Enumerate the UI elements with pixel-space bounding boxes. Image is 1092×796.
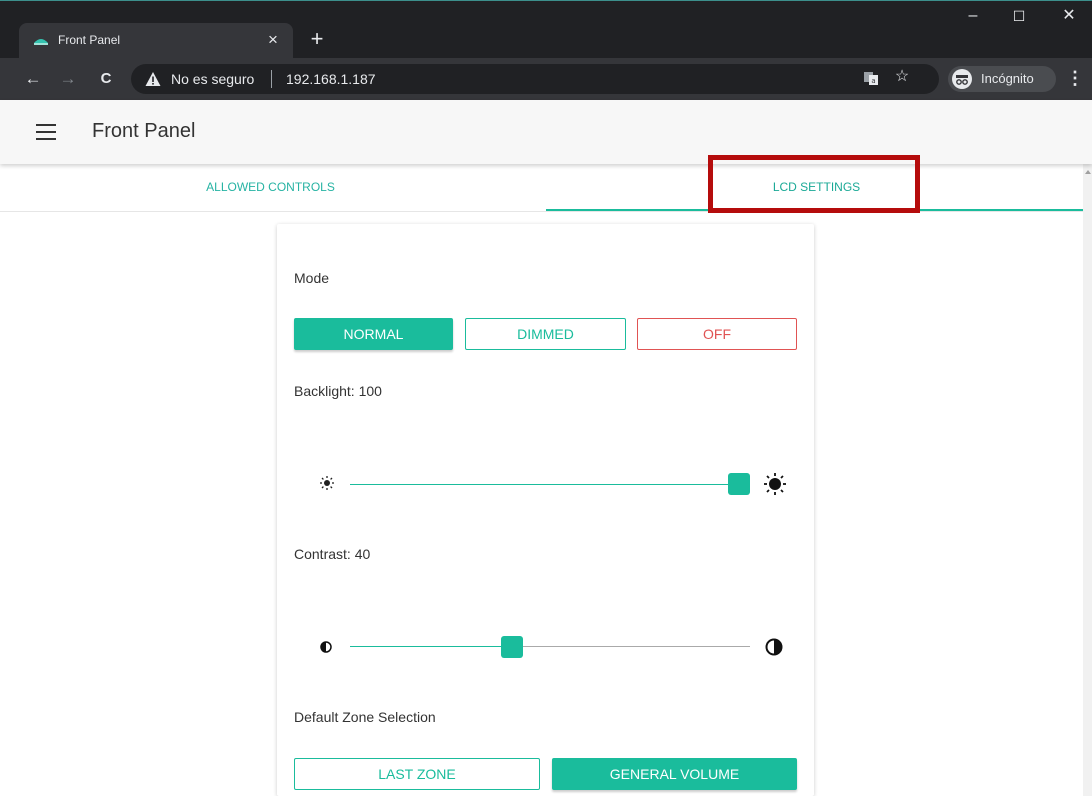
page-scrollbar[interactable] (1083, 164, 1092, 796)
browser-tab-bar: Front Panel × + – ☐ ✕ (0, 0, 1092, 59)
highlight-annotation (708, 155, 920, 213)
forward-icon[interactable]: → (57, 68, 79, 90)
incognito-icon (952, 69, 972, 89)
maximize-icon[interactable]: ☐ (996, 1, 1042, 31)
browser-menu-icon[interactable]: ⋮ (1066, 66, 1084, 90)
mode-off-button[interactable]: OFF (637, 318, 797, 350)
incognito-badge[interactable]: Incógnito (948, 66, 1056, 92)
contrast-slider-thumb[interactable] (501, 636, 524, 658)
address-separator (271, 70, 272, 88)
backlight-label: Backlight: 100 (294, 383, 382, 399)
warning-icon (145, 72, 161, 86)
tab-allowed-controls[interactable]: ALLOWED CONTROLS (0, 164, 541, 212)
page-title: Front Panel (92, 120, 196, 142)
address-bar[interactable]: No es seguro 192.168.1.187 (131, 64, 939, 94)
scroll-up-arrow-icon[interactable] (1085, 170, 1091, 174)
security-status[interactable]: No es seguro (171, 71, 254, 87)
close-tab-icon[interactable]: × (263, 30, 283, 50)
hamburger-menu-icon[interactable] (36, 124, 56, 140)
last-zone-button[interactable]: LAST ZONE (294, 758, 540, 790)
browser-toolbar: ← → C No es seguro 192.168.1.187 (0, 58, 1092, 100)
back-icon[interactable]: ← (22, 68, 44, 90)
translate-icon[interactable]: a (863, 70, 879, 86)
brightness-high-icon (764, 473, 786, 495)
default-zone-label: Default Zone Selection (294, 709, 436, 725)
main-content: Mode NORMAL DIMMED OFF Backlight: 100 Co… (0, 212, 1083, 796)
minimize-icon[interactable]: – (950, 1, 996, 31)
browser-tab-title: Front Panel (58, 33, 121, 47)
mode-label: Mode (294, 270, 330, 286)
contrast-high-icon (765, 638, 783, 656)
brightness-low-icon (320, 476, 334, 490)
bookmark-star-icon[interactable]: ☆ (891, 66, 913, 88)
svg-text:a: a (871, 77, 875, 85)
reload-icon[interactable]: C (95, 68, 117, 90)
backlight-slider-thumb[interactable] (728, 473, 750, 495)
incognito-label: Incógnito (981, 71, 1034, 86)
mode-dimmed-button[interactable]: DIMMED (465, 318, 626, 350)
settings-tabs: ALLOWED CONTROLS LCD SETTINGS (0, 164, 1083, 212)
app-bar: Front Panel (0, 100, 1092, 164)
new-tab-icon[interactable]: + (306, 28, 328, 51)
window-close-icon[interactable]: ✕ (1046, 1, 1092, 31)
url-text[interactable]: 192.168.1.187 (286, 71, 376, 87)
browser-tab[interactable]: Front Panel × (19, 23, 293, 59)
lcd-settings-card: Mode NORMAL DIMMED OFF Backlight: 100 Co… (277, 224, 814, 796)
backlight-slider-fill (350, 484, 728, 485)
contrast-slider-fill (350, 646, 502, 647)
contrast-low-icon (320, 641, 332, 653)
favicon-icon (34, 39, 48, 45)
general-volume-button[interactable]: GENERAL VOLUME (552, 758, 797, 790)
contrast-label: Contrast: 40 (294, 546, 371, 562)
mode-normal-button[interactable]: NORMAL (294, 318, 453, 350)
